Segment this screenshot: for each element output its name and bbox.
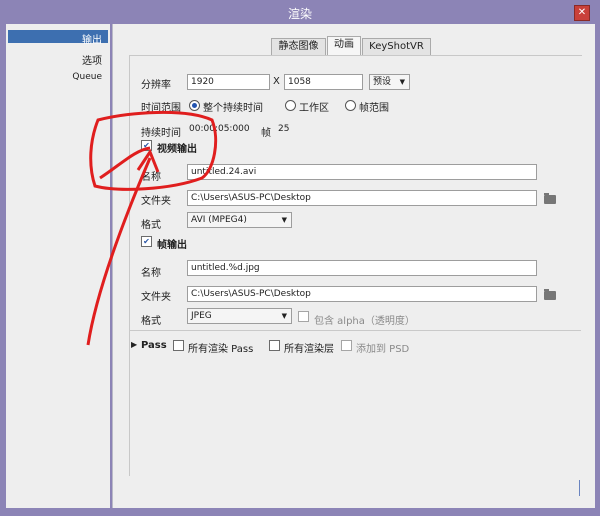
checkmark-icon: ✔: [143, 237, 150, 246]
frame-folder-label: 文件夹: [141, 292, 171, 303]
scroll-indicator: [579, 480, 580, 496]
resolution-height-input[interactable]: 1058: [284, 74, 363, 90]
preset-label: 预设: [373, 77, 392, 87]
tab-still-image[interactable]: 静态图像: [271, 38, 326, 55]
video-folder-browse-icon[interactable]: [544, 193, 556, 204]
resolution-width-input[interactable]: 1920: [187, 74, 270, 90]
resolution-label: 分辨率: [141, 80, 171, 91]
all-render-passes-label: 所有渲染 Pass: [188, 344, 254, 355]
add-to-psd-label: 添加到 PSD: [356, 344, 410, 355]
video-format-dropdown[interactable]: AVI (MPEG4) ▼: [187, 212, 292, 228]
close-button[interactable]: ✕: [574, 5, 590, 21]
frame-format-dropdown[interactable]: JPEG ▼: [187, 308, 292, 324]
video-format-value: AVI (MPEG4): [191, 215, 247, 225]
frame-name-input[interactable]: untitled.%d.jpg: [187, 260, 537, 276]
frame-folder-browse-icon[interactable]: [544, 289, 556, 300]
include-alpha-checkbox[interactable]: [298, 311, 309, 322]
dropdown-arrow-icon: ▼: [399, 78, 405, 86]
all-render-layers-label: 所有渲染层: [284, 344, 334, 355]
video-name-input[interactable]: untitled.24.avi: [187, 164, 537, 180]
main-panel: 静态图像 动画 KeyShotVR 分辨率 1920 X 1058 预设 ▼ 时…: [112, 24, 595, 508]
add-to-psd-checkbox[interactable]: [341, 340, 352, 351]
video-folder-input[interactable]: C:\Users\ASUS-PC\Desktop: [187, 190, 537, 206]
window-title: 渲染: [287, 7, 312, 21]
include-alpha-label: 包含 alpha（透明度）: [314, 316, 415, 327]
duration-label: 持续时间: [141, 128, 181, 139]
sidebar-item-options[interactable]: 选项: [82, 52, 102, 67]
radio-frame-range-label: 帧范围: [359, 103, 389, 114]
tab-keyshotvr[interactable]: KeyShotVR: [362, 38, 431, 55]
frame-format-label: 格式: [141, 316, 161, 327]
close-icon: ✕: [577, 7, 587, 18]
sidebar-item-output[interactable]: 输出: [82, 31, 102, 46]
pass-label[interactable]: Pass: [141, 340, 167, 351]
time-range-label: 时间范围: [141, 103, 181, 114]
dropdown-arrow-icon: ▼: [281, 216, 287, 224]
pass-expand-icon[interactable]: ▶: [131, 340, 137, 349]
frame-output-checkbox[interactable]: ✔: [141, 236, 152, 247]
all-render-layers-checkbox[interactable]: [269, 340, 280, 351]
title-bar[interactable]: 渲染 ✕: [0, 0, 600, 24]
resolution-x-separator: X: [273, 76, 280, 87]
render-window: 渲染 ✕ 输出 选项 Queue 静态图像 动画 KeyShotVR 分辨率 1…: [0, 0, 600, 516]
video-format-label: 格式: [141, 220, 161, 231]
frames-label: 帧: [261, 128, 271, 139]
section-divider: [129, 330, 581, 331]
frames-value: 25: [278, 124, 290, 134]
frame-name-label: 名称: [141, 268, 161, 279]
frame-folder-input[interactable]: C:\Users\ASUS-PC\Desktop: [187, 286, 537, 302]
checkmark-icon: ✔: [143, 141, 150, 150]
video-output-checkbox[interactable]: ✔: [141, 140, 152, 151]
all-render-passes-checkbox[interactable]: [173, 340, 184, 351]
duration-value: 00:00:05:000: [189, 124, 250, 134]
video-name-label: 名称: [141, 172, 161, 183]
frame-format-value: JPEG: [191, 311, 212, 321]
tab-animation[interactable]: 动画: [327, 36, 361, 56]
sidebar-item-queue[interactable]: Queue: [72, 72, 102, 82]
dropdown-arrow-icon: ▼: [281, 312, 287, 320]
preset-dropdown[interactable]: 预设 ▼: [369, 74, 410, 90]
sidebar: 输出 选项 Queue: [6, 24, 110, 508]
radio-entire-duration[interactable]: [189, 100, 200, 111]
radio-entire-duration-label: 整个持续时间: [203, 103, 263, 114]
frame-output-label: 帧输出: [157, 240, 187, 251]
radio-work-area[interactable]: [285, 100, 296, 111]
radio-frame-range[interactable]: [345, 100, 356, 111]
video-output-label: 视频输出: [157, 144, 197, 155]
video-folder-label: 文件夹: [141, 196, 171, 207]
radio-work-area-label: 工作区: [299, 103, 329, 114]
